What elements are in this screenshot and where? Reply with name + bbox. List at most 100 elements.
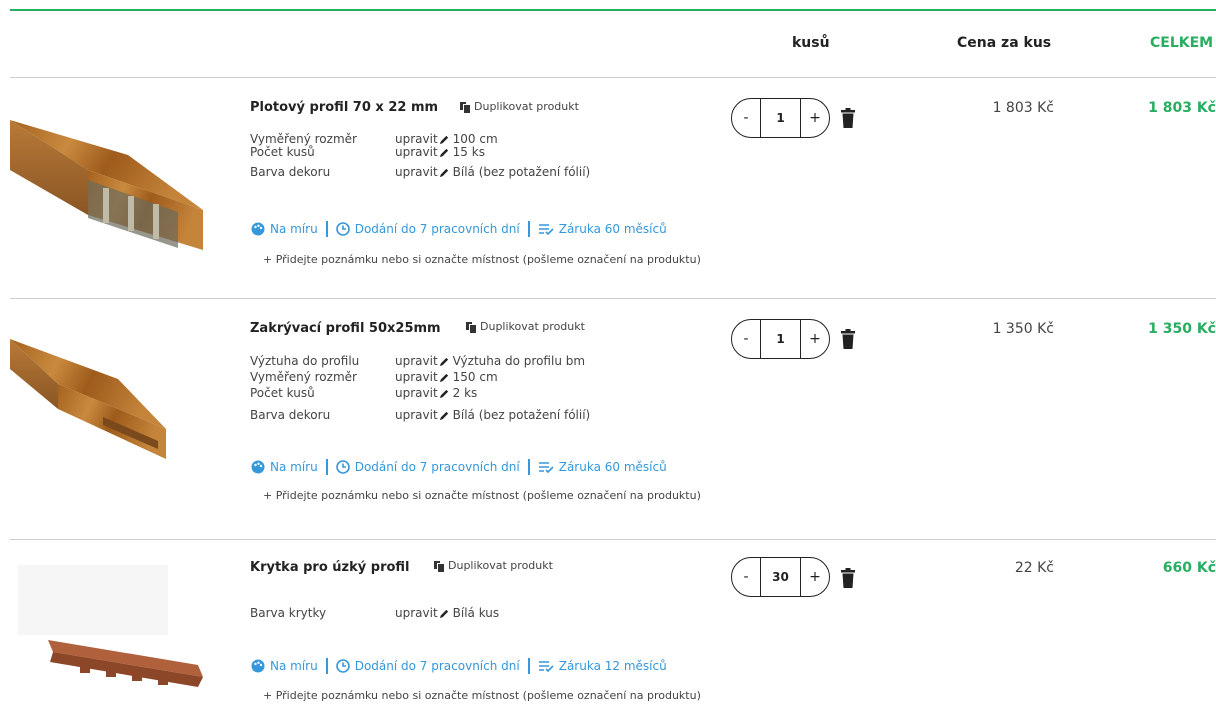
column-header-quantity: kusů <box>792 35 830 51</box>
product-image-cover-profile <box>10 339 166 459</box>
attr-edit[interactable]: upravit 15 ks <box>395 146 485 159</box>
attr-edit[interactable]: upravit Bílá (bez potažení fólií) <box>395 409 590 422</box>
feature-bar: Na míru Dodání do 7 pracovních dní Záruk… <box>251 221 667 237</box>
trash-icon[interactable] <box>840 108 856 128</box>
list-check-icon <box>538 462 554 473</box>
pencil-icon <box>439 373 448 383</box>
attr-edit[interactable]: upravit Výztuha do profilu bm <box>395 355 585 368</box>
attr-label: Výztuha do profilu <box>250 354 360 368</box>
duplicate-label: Duplikovat produkt <box>448 559 553 572</box>
duplicate-product-link[interactable]: Duplikovat produkt <box>460 100 579 113</box>
trash-icon[interactable] <box>840 568 856 588</box>
pencil-icon <box>439 135 448 145</box>
edit-link[interactable]: upravit <box>395 387 438 400</box>
attr-label: Počet kusů <box>250 386 315 400</box>
attr-value: Bílá (bez potažení fólií) <box>452 165 591 179</box>
edit-link[interactable]: upravit <box>395 355 438 368</box>
product-name[interactable]: Krytka pro úzký profil <box>250 560 410 575</box>
attr-value: Výztuha do profilu bm <box>452 354 586 368</box>
copy-icon <box>466 321 476 333</box>
quantity-stepper[interactable]: - 1 + <box>731 98 830 138</box>
product-name[interactable]: Zakrývací profil 50x25mm <box>250 321 441 336</box>
cart-item: Krytka pro úzký profil Duplikovat produk… <box>0 540 1216 704</box>
attr-label: Barva dekoru <box>250 165 331 179</box>
attr-label: Počet kusů <box>250 145 315 159</box>
attr-edit[interactable]: upravit Bílá kus <box>395 607 499 620</box>
line-total: 1 350 Kč <box>1148 321 1216 337</box>
feature-delivery: Dodání do 7 pracovních dní <box>354 222 520 236</box>
feature-bar: Na míru Dodání do 7 pracovních dní Záruk… <box>251 658 667 674</box>
clock-icon <box>335 222 350 236</box>
palette-icon <box>251 460 265 474</box>
quantity-value[interactable]: 1 <box>760 99 801 137</box>
palette-icon <box>251 222 265 236</box>
quantity-value[interactable]: 30 <box>760 558 801 596</box>
pencil-icon <box>439 389 448 399</box>
quantity-stepper[interactable]: - 1 + <box>731 319 830 359</box>
attr-value: 15 ks <box>452 145 485 159</box>
attr-label: Vyměřený rozměr <box>250 370 357 384</box>
column-header-unit-price: Cena za kus <box>957 35 1052 51</box>
feature-warranty: Záruka 60 měsíců <box>558 460 667 474</box>
attr-edit[interactable]: upravit 2 ks <box>395 387 477 400</box>
unit-price: 1 803 Kč <box>992 100 1054 116</box>
edit-link[interactable]: upravit <box>395 371 438 384</box>
duplicate-label: Duplikovat produkt <box>474 100 579 113</box>
duplicate-product-link[interactable]: Duplikovat produkt <box>466 320 585 333</box>
duplicate-label: Duplikovat produkt <box>480 320 585 333</box>
list-check-icon <box>538 224 554 235</box>
attr-label: Barva dekoru <box>250 408 331 422</box>
increase-button[interactable]: + <box>801 320 829 358</box>
edit-link[interactable]: upravit <box>395 409 438 422</box>
pencil-icon <box>439 411 448 421</box>
decrease-button[interactable]: - <box>732 320 760 358</box>
pencil-icon <box>439 357 448 367</box>
attr-edit[interactable]: upravit 150 cm <box>395 371 498 384</box>
feature-warranty: Záruka 12 měsíců <box>558 659 667 673</box>
trash-icon[interactable] <box>840 329 856 349</box>
pencil-icon <box>439 609 448 619</box>
palette-icon <box>251 659 265 673</box>
duplicate-product-link[interactable]: Duplikovat produkt <box>434 559 553 572</box>
attr-label: Barva krytky <box>250 606 327 620</box>
feature-custom: Na míru <box>270 659 318 673</box>
add-note-link[interactable]: + Přidejte poznámku nebo si označte míst… <box>263 253 701 266</box>
line-total: 660 Kč <box>1162 560 1216 576</box>
copy-icon <box>434 560 444 572</box>
quantity-value[interactable]: 1 <box>760 320 801 358</box>
attr-value: Bílá kus <box>452 606 500 620</box>
clock-icon <box>335 460 350 474</box>
increase-button[interactable]: + <box>801 99 829 137</box>
product-name[interactable]: Plotový profil 70 x 22 mm <box>250 100 438 115</box>
edit-link[interactable]: upravit <box>395 146 438 159</box>
pencil-icon <box>439 148 448 158</box>
cart-item: Zakrývací profil 50x25mm Duplikovat prod… <box>0 299 1216 539</box>
unit-price: 1 350 Kč <box>992 321 1054 337</box>
clock-icon <box>335 659 350 673</box>
product-image-fence-profile <box>10 120 203 250</box>
add-note-link[interactable]: + Přidejte poznámku nebo si označte míst… <box>263 689 701 702</box>
quantity-stepper[interactable]: - 30 + <box>731 557 830 597</box>
feature-warranty: Záruka 60 měsíců <box>558 222 667 236</box>
product-image-end-cap <box>18 565 203 687</box>
feature-bar: Na míru Dodání do 7 pracovních dní Záruk… <box>251 459 667 475</box>
attr-value: 2 ks <box>452 386 478 400</box>
line-total: 1 803 Kč <box>1148 100 1216 116</box>
decrease-button[interactable]: - <box>732 558 760 596</box>
decrease-button[interactable]: - <box>732 99 760 137</box>
edit-link[interactable]: upravit <box>395 166 438 179</box>
feature-custom: Na míru <box>270 460 318 474</box>
feature-custom: Na míru <box>270 222 318 236</box>
attr-value: 150 cm <box>452 370 498 384</box>
copy-icon <box>460 101 470 113</box>
attr-value: Bílá (bez potažení fólií) <box>452 408 591 422</box>
increase-button[interactable]: + <box>801 558 829 596</box>
attr-edit[interactable]: upravit Bílá (bez potažení fólií) <box>395 166 590 179</box>
edit-link[interactable]: upravit <box>395 607 438 620</box>
top-accent-line <box>10 9 1216 11</box>
feature-delivery: Dodání do 7 pracovních dní <box>354 659 520 673</box>
list-check-icon <box>538 661 554 672</box>
add-note-link[interactable]: + Přidejte poznámku nebo si označte míst… <box>263 489 701 502</box>
feature-delivery: Dodání do 7 pracovních dní <box>354 460 520 474</box>
pencil-icon <box>439 168 448 178</box>
